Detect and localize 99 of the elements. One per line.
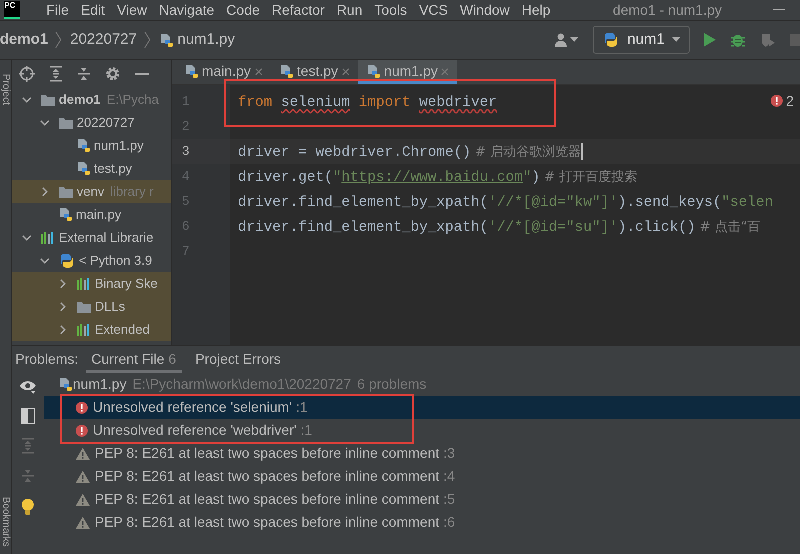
breadcrumb-item[interactable]: 20220727: [70, 28, 138, 52]
python-file-icon: [366, 64, 381, 79]
tree-item[interactable]: test.py: [12, 157, 171, 180]
problem-item[interactable]: PEP 8: E261 at least two spaces before inline comment :6: [44, 511, 800, 534]
user-menu-button[interactable]: [554, 33, 580, 47]
menu-item[interactable]: Run: [330, 0, 369, 20]
panel-title: Problems:: [16, 350, 79, 369]
tree-item[interactable]: DLLs: [12, 295, 171, 318]
minimize-icon[interactable]: [135, 72, 149, 76]
python-file-icon: [76, 161, 91, 176]
tree-item[interactable]: venv library r: [12, 180, 171, 203]
chevron-down-icon[interactable]: [40, 256, 50, 266]
python-file-icon: [184, 64, 198, 79]
problems-tab[interactable]: Project Errors: [189, 346, 288, 373]
menu-item[interactable]: File: [40, 0, 76, 20]
code-line: driver.get("https://www.baidu.com") # 打开百度搜索: [238, 170, 638, 186]
vertical-bars-icon: [76, 322, 92, 336]
problem-item[interactable]: Unresolved reference 'selenium' :1: [44, 396, 800, 419]
python-file-icon: [76, 138, 91, 153]
breadcrumb-item[interactable]: num1.py: [159, 28, 236, 52]
bug-icon[interactable]: [730, 32, 746, 48]
error-icon: [76, 402, 88, 414]
problem-item[interactable]: PEP 8: E261 at least two spaces before inline comment :4: [44, 465, 800, 488]
caret-icon: [672, 37, 681, 43]
panel-layout-icon[interactable]: [21, 408, 35, 424]
vertical-bars-icon: [40, 230, 56, 244]
expand-all-icon[interactable]: [49, 66, 63, 82]
error-icon: [76, 424, 88, 436]
chevron-right-icon: [55, 31, 64, 49]
warning-icon: [76, 494, 90, 506]
close-icon[interactable]: [342, 68, 350, 76]
menu-item[interactable]: Navigate: [153, 0, 221, 20]
menu-item[interactable]: Help: [516, 0, 557, 20]
app-logo: PC: [4, 1, 20, 19]
text-cursor: [581, 143, 584, 160]
folder-icon: [76, 300, 92, 314]
tree-item[interactable]: < Python 3.9: [12, 249, 171, 272]
tree-item[interactable]: Binary Ske: [12, 272, 171, 295]
tree-item[interactable]: main.py: [12, 203, 171, 226]
window-title: demo1 - num1.py: [613, 0, 722, 20]
tree-item[interactable]: num1.py: [12, 134, 171, 157]
gear-icon[interactable]: [105, 66, 121, 82]
problem-item[interactable]: PEP 8: E261 at least two spaces before inline comment :3: [44, 442, 800, 465]
chevron-right-icon[interactable]: [40, 186, 50, 196]
chevron-down-icon[interactable]: [22, 232, 32, 242]
menu-item[interactable]: Refactor: [266, 0, 331, 20]
chevron-right-icon[interactable]: [58, 278, 68, 288]
warning-icon: [76, 470, 90, 482]
caret-icon: [570, 37, 580, 43]
tree-item[interactable]: External Librarie: [12, 226, 171, 249]
error-icon: [770, 95, 783, 107]
problem-file-item[interactable]: num1.py E:\Pycharm\work\demo1\20220727 6 problems: [44, 373, 800, 396]
editor-tab[interactable]: test.py: [270, 60, 358, 84]
run-configuration-dropdown[interactable]: num1: [593, 26, 690, 54]
error-count[interactable]: 2: [770, 88, 794, 114]
menu-item[interactable]: Edit: [75, 0, 112, 20]
collapse-all-icon[interactable]: [77, 66, 91, 82]
menu-item[interactable]: Tools: [368, 0, 414, 20]
folder-icon: [58, 116, 74, 130]
chevron-right-icon[interactable]: [58, 324, 68, 334]
problem-item[interactable]: Unresolved reference 'webdriver' :1: [44, 419, 800, 442]
line-number: 3: [172, 138, 230, 164]
menu-item[interactable]: Code: [220, 0, 266, 20]
folder-icon: [40, 92, 56, 106]
menu-item[interactable]: View: [111, 0, 154, 20]
close-icon[interactable]: [254, 68, 263, 76]
python-file-icon: [58, 377, 73, 392]
problem-item[interactable]: PEP 8: E261 at least two spaces before inline comment :5: [44, 488, 800, 511]
chevron-down-icon[interactable]: [22, 94, 32, 104]
chevron-right-icon: [144, 31, 152, 49]
code-line: driver.find_element_by_xpath('//*[@id="kw"]').send_keys("selen: [238, 194, 774, 210]
editor-tab[interactable]: num1.py: [358, 60, 458, 84]
crosshair-icon[interactable]: [19, 66, 35, 82]
menu-item[interactable]: Window: [454, 0, 516, 20]
tree-item[interactable]: demo1 E:\Pycha: [12, 88, 171, 111]
breadcrumb-item[interactable]: demo1: [0, 28, 48, 52]
light-bulb-icon[interactable]: [21, 498, 35, 516]
tool-window-tab[interactable]: Bookmarks: [0, 496, 12, 547]
tool-window-tab[interactable]: Project: [0, 74, 12, 106]
code-line: driver = webdriver.Chrome() # 启动谷歌浏览器: [238, 144, 582, 160]
warning-icon: [76, 448, 90, 460]
folder-icon: [58, 184, 74, 198]
python-file-icon: [58, 207, 73, 222]
python-file-icon: [278, 64, 294, 79]
problems-tab[interactable]: Current File 6: [86, 346, 182, 373]
menu-item[interactable]: VCS: [413, 0, 454, 20]
vertical-bars-icon: [76, 276, 92, 290]
python-file-icon: [159, 32, 174, 48]
chevron-down-icon[interactable]: [40, 118, 50, 128]
code-line: from selenium import webdriver: [238, 94, 498, 110]
warning-icon: [76, 516, 90, 528]
code-line: driver.find_element_by_xpath('//*[@id="su"]').click() # 点击“百: [238, 220, 761, 236]
tree-item[interactable]: Extended: [12, 318, 171, 341]
run-icon[interactable]: [704, 33, 716, 47]
eye-icon[interactable]: [19, 380, 37, 394]
python-icon: [58, 252, 76, 268]
chevron-right-icon[interactable]: [58, 302, 68, 312]
tree-item[interactable]: 20220727: [12, 111, 171, 134]
editor-tab[interactable]: main.py: [176, 60, 271, 84]
